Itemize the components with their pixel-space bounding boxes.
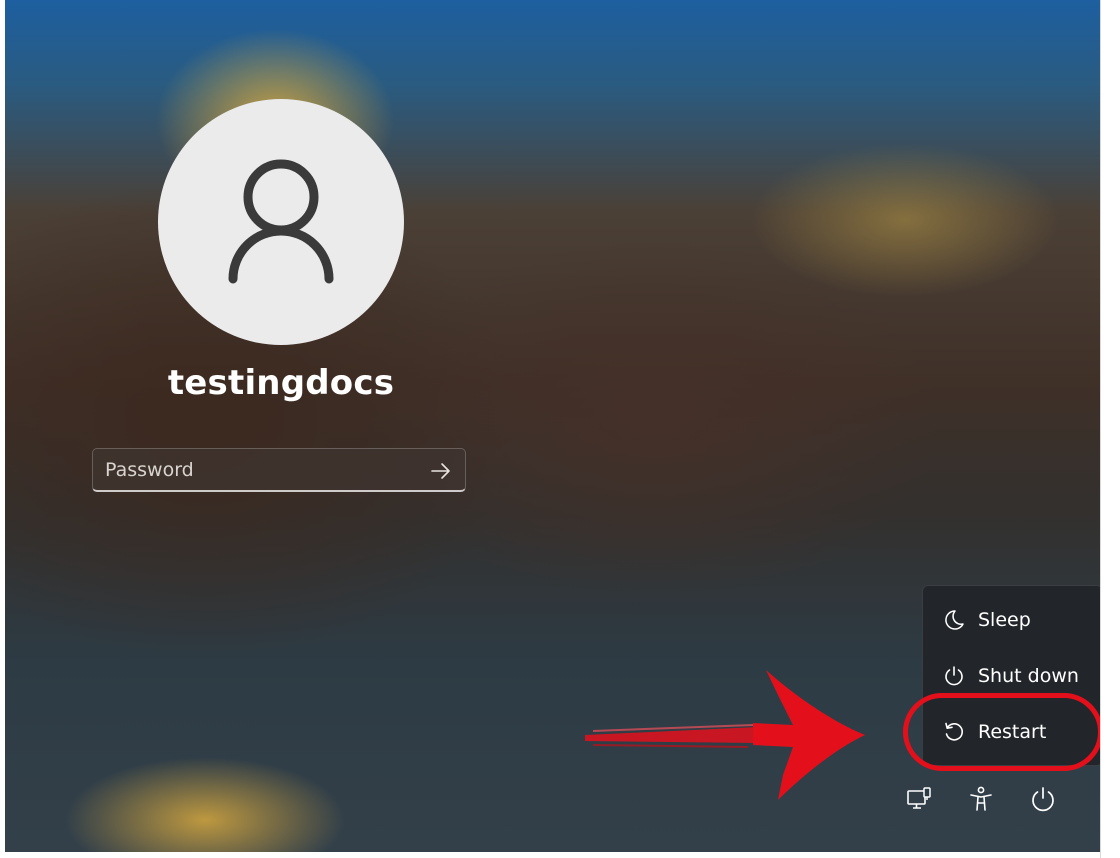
annotation-arrow [585,670,865,800]
password-field-container [92,448,466,492]
menu-item-label: Shut down [978,665,1079,687]
annotation-highlight-circle [903,693,1100,771]
network-icon[interactable] [905,785,933,813]
menu-item-label: Sleep [978,609,1031,631]
page-edge [1100,0,1120,858]
power-icon[interactable] [1029,785,1057,813]
username-label: testingdocs [167,363,395,403]
user-avatar [158,99,404,345]
moon-icon [943,609,965,631]
menu-item-sleep[interactable]: Sleep [923,592,1100,648]
accessibility-icon[interactable] [967,785,995,813]
power-icon [943,665,965,687]
lock-screen-background: testingdocs Sleep Shut down Restart [5,0,1100,852]
submit-arrow-icon[interactable] [429,459,453,483]
user-icon [228,159,334,284]
password-input[interactable] [93,449,413,490]
